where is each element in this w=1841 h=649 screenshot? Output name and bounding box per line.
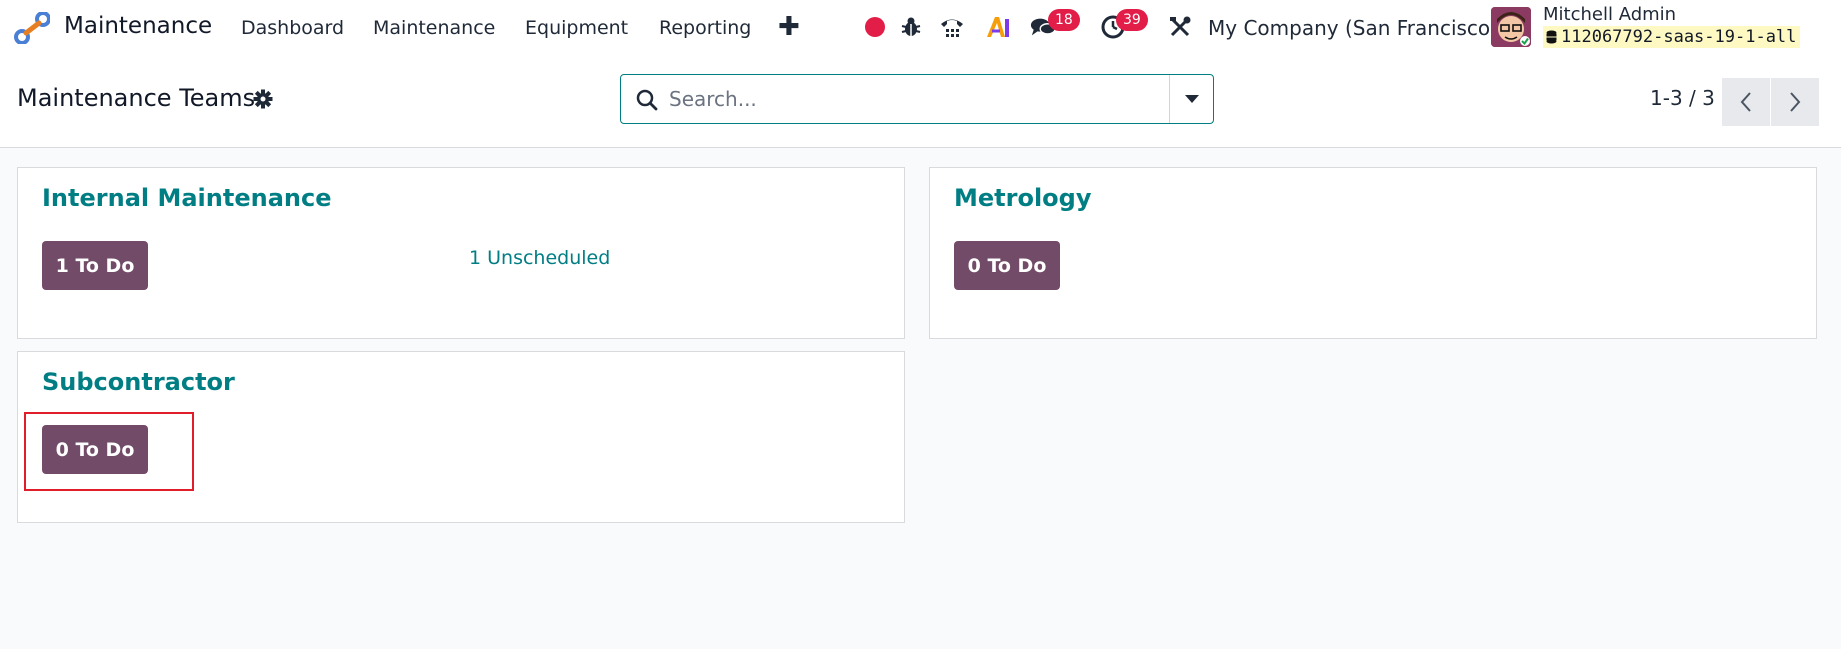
chevron-left-icon <box>1740 92 1751 112</box>
pager-previous-button[interactable] <box>1722 78 1770 126</box>
menu-reporting[interactable]: Reporting <box>659 17 751 39</box>
unscheduled-link[interactable]: 1 Unscheduled <box>469 247 610 269</box>
pager-next-button[interactable] <box>1771 78 1819 126</box>
team-name[interactable]: Internal Maintenance <box>42 184 331 212</box>
recording-icon[interactable] <box>862 14 888 40</box>
app-logo-icon[interactable] <box>14 12 50 44</box>
user-name[interactable]: Mitchell Admin <box>1543 4 1676 25</box>
gear-icon[interactable] <box>253 89 273 109</box>
avatar[interactable] <box>1491 7 1531 47</box>
top-navbar: Maintenance Dashboard Maintenance Equipm… <box>0 0 1841 56</box>
messages-badge: 18 <box>1048 9 1080 31</box>
search-icon <box>636 89 658 111</box>
app-name[interactable]: Maintenance <box>64 13 212 39</box>
database-badge: 112067792-saas-19-1-all <box>1543 26 1801 48</box>
team-name[interactable]: Subcontractor <box>42 368 235 396</box>
search-input[interactable] <box>669 85 1129 113</box>
database-name: 112067792-saas-19-1-all <box>1561 27 1797 47</box>
activities-icon[interactable]: 39 <box>1100 9 1148 40</box>
company-switcher[interactable]: My Company (San Francisco) <box>1208 16 1498 40</box>
plus-icon[interactable]: ✚ <box>778 12 800 42</box>
ai-icon[interactable] <box>985 14 1011 40</box>
control-panel: Maintenance Teams 1-3 / 3 <box>0 56 1841 148</box>
phone-icon[interactable] <box>939 14 965 40</box>
tools-icon[interactable] <box>1167 14 1193 40</box>
activities-badge: 39 <box>1116 9 1148 31</box>
menu-maintenance[interactable]: Maintenance <box>373 17 495 39</box>
menu-dashboard[interactable]: Dashboard <box>241 17 344 39</box>
team-card-metrology[interactable]: Metrology 0 To Do <box>929 167 1817 339</box>
chevron-down-icon <box>1184 95 1199 103</box>
todo-button[interactable]: 0 To Do <box>954 241 1060 290</box>
menu-equipment[interactable]: Equipment <box>525 17 628 39</box>
page-title: Maintenance Teams <box>17 84 256 112</box>
search-bar <box>620 74 1214 124</box>
bug-icon[interactable] <box>898 14 924 40</box>
team-card-internal-maintenance[interactable]: Internal Maintenance 1 To Do 1 Unschedul… <box>17 167 905 339</box>
todo-button[interactable]: 1 To Do <box>42 241 148 290</box>
chevron-right-icon <box>1790 92 1801 112</box>
search-options-toggle[interactable] <box>1169 75 1213 123</box>
highlight-box <box>24 412 194 491</box>
messages-icon[interactable]: 18 <box>1030 9 1080 40</box>
pager-value[interactable]: 1-3 / 3 <box>1650 86 1715 110</box>
database-icon <box>1546 30 1557 44</box>
team-name[interactable]: Metrology <box>954 184 1092 212</box>
